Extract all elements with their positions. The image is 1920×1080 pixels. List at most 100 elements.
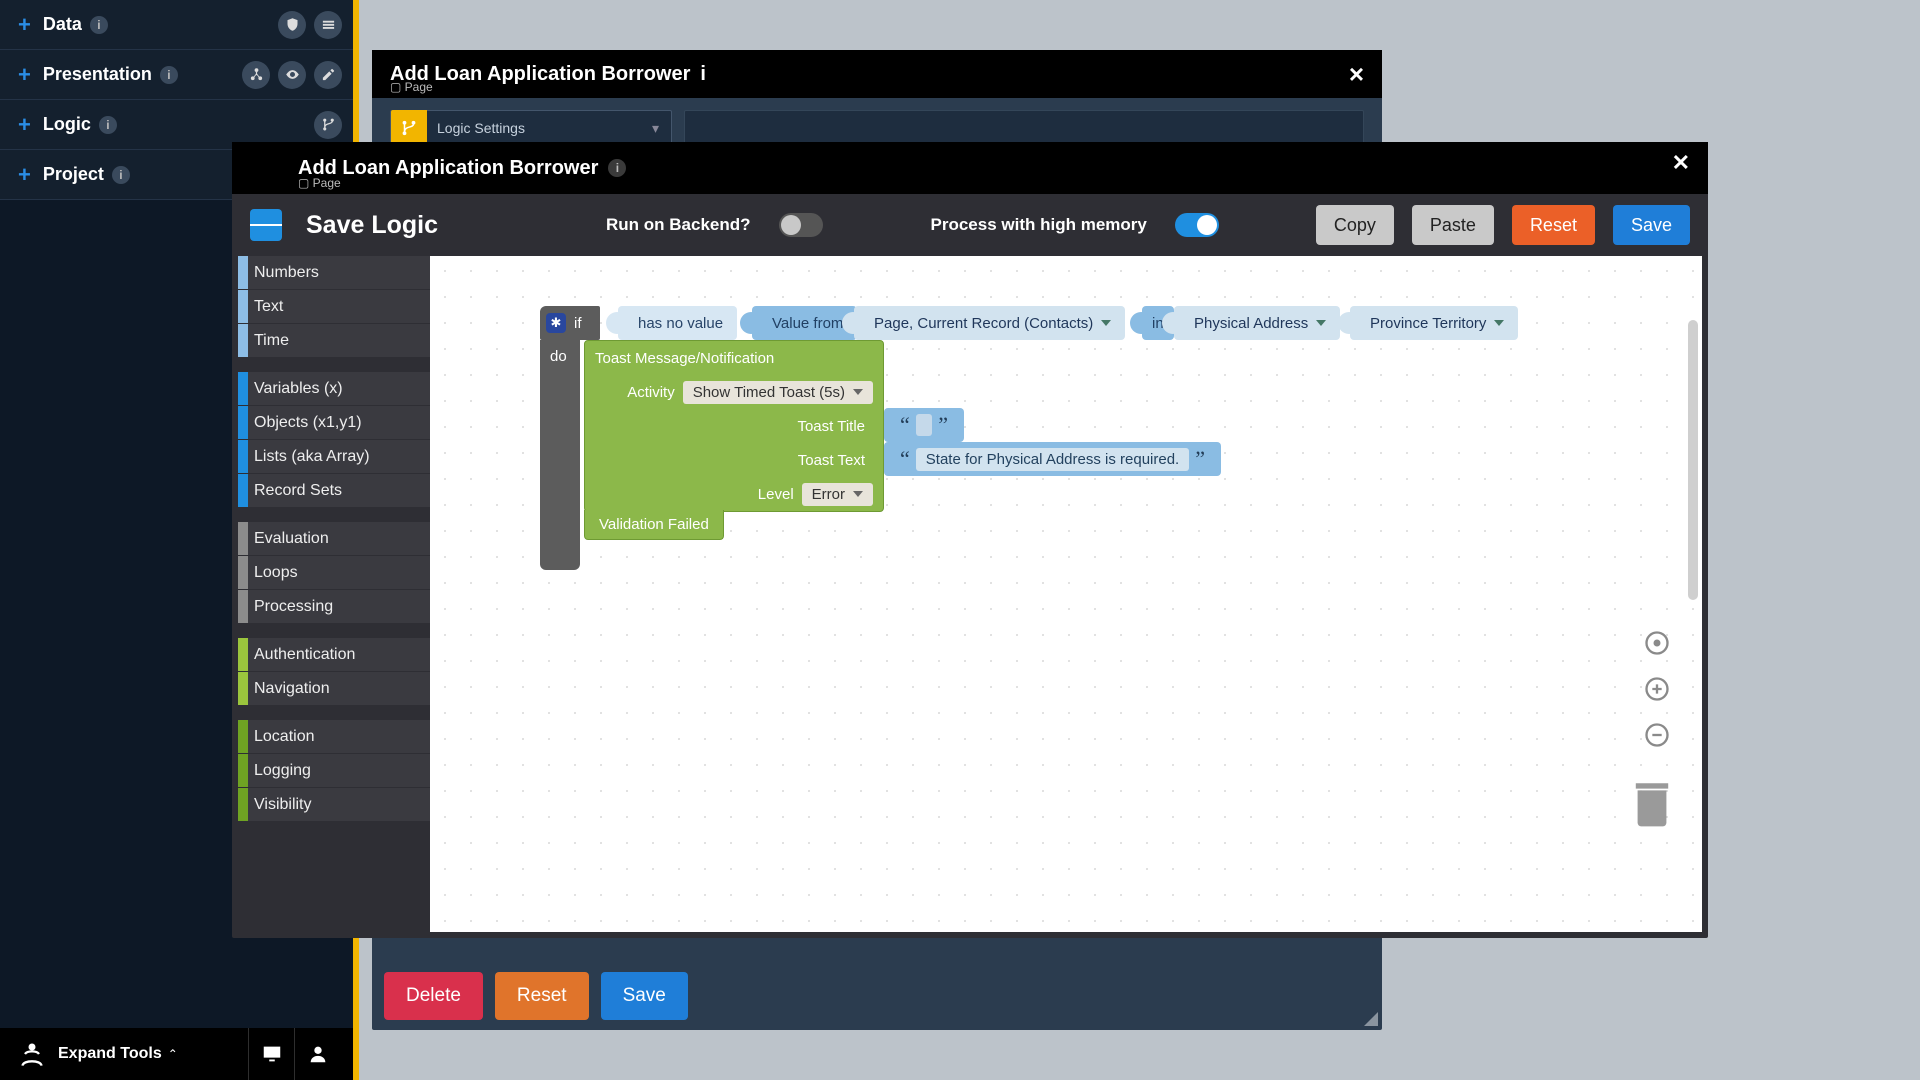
modal-subtitle: ▢ Page [298, 176, 341, 190]
cat-recordsets[interactable]: Record Sets [238, 474, 430, 508]
chevron-down-icon: ▾ [640, 120, 671, 137]
branch-icon[interactable] [314, 111, 342, 139]
plus-icon: + [18, 62, 31, 88]
memory-toggle[interactable] [1175, 213, 1219, 237]
info-icon: i [99, 116, 117, 134]
zoom-out-icon[interactable] [1640, 718, 1674, 752]
stack-icon[interactable] [314, 11, 342, 39]
cat-navigation[interactable]: Navigation [238, 672, 430, 706]
reset-button[interactable]: Reset [1512, 205, 1595, 245]
activity-select[interactable]: Show Timed Toast (5s) [683, 381, 873, 404]
toolbar-title: Save Logic [306, 211, 438, 240]
eye-icon[interactable] [278, 61, 306, 89]
toast-title-slot[interactable] [884, 408, 964, 442]
info-icon: i [160, 66, 178, 84]
info-icon: i [700, 63, 706, 86]
activity-row: Activity Show Timed Toast (5s) [585, 375, 883, 409]
hamburger-icon[interactable] [250, 209, 282, 241]
cat-text[interactable]: Text [238, 290, 430, 324]
if-label: if [574, 315, 582, 332]
info-icon: i [90, 16, 108, 34]
panel-placeholder [684, 110, 1364, 146]
do-bar [540, 340, 580, 570]
expand-tools-label[interactable]: Expand Tools [58, 1045, 162, 1063]
back-panel-footer: Delete Reset Save [384, 972, 688, 1020]
text-row: Toast Text [585, 443, 883, 477]
plus-icon: + [18, 162, 31, 188]
tree-icon[interactable] [242, 61, 270, 89]
brand-icon [16, 1038, 48, 1070]
toast-header-row: Toast Message/Notification [585, 341, 883, 375]
cat-authentication[interactable]: Authentication [238, 638, 430, 672]
plus-icon: + [18, 112, 31, 138]
toast-text-slot[interactable]: State for Physical Address is required. [884, 442, 1221, 476]
rail-data-label: Data [43, 14, 82, 35]
logic-blocks[interactable]: ✱ if has no value Value from Page, Curre… [540, 306, 1530, 340]
gear-icon[interactable]: ✱ [546, 313, 566, 333]
level-select[interactable]: Error [802, 483, 873, 506]
rail-presentation[interactable]: + Presentation i [0, 50, 356, 100]
cat-lists[interactable]: Lists (aka Array) [238, 440, 430, 474]
if-block-header[interactable]: ✱ if has no value Value from Page, Curre… [540, 306, 1530, 340]
logic-settings-select[interactable]: Logic Settings ▾ [390, 110, 672, 146]
scrollbar[interactable] [1688, 320, 1698, 600]
title-row: Toast Title [585, 409, 883, 443]
has-no-value-segment[interactable]: has no value [618, 306, 737, 340]
rail-logic-label: Logic [43, 114, 91, 135]
toast-block[interactable]: Toast Message/Notification Activity Show… [584, 340, 884, 512]
modal-toolbar: Save Logic Run on Backend? Process with … [232, 194, 1708, 256]
rail-bottom-bar: Expand Tools ⌃ [0, 1028, 356, 1080]
field2-segment[interactable]: Province Territory [1350, 306, 1518, 340]
cat-processing[interactable]: Processing [238, 590, 430, 624]
cat-variables[interactable]: Variables (x) [238, 372, 430, 406]
info-icon: i [112, 166, 130, 184]
cat-evaluation[interactable]: Evaluation [238, 522, 430, 556]
delete-button[interactable]: Delete [384, 972, 483, 1020]
memory-label: Process with high memory [931, 215, 1147, 235]
rail-project-label: Project [43, 164, 104, 185]
save-button[interactable]: Save [1613, 205, 1690, 245]
logic-canvas[interactable]: ✱ if has no value Value from Page, Curre… [430, 256, 1702, 932]
cat-objects[interactable]: Objects (x1,y1) [238, 406, 430, 440]
rail-data[interactable]: + Data i [0, 0, 356, 50]
info-icon: i [608, 159, 626, 177]
resize-handle[interactable] [1360, 1008, 1378, 1026]
chevron-up-icon: ⌃ [168, 1047, 178, 1061]
back-panel-subtitle: ▢ Page [390, 80, 433, 94]
zoom-in-icon[interactable] [1640, 672, 1674, 706]
modal-title: Add Loan Application Borrower [298, 157, 598, 180]
cat-loops[interactable]: Loops [238, 556, 430, 590]
center-icon[interactable] [1640, 626, 1674, 660]
backend-label: Run on Backend? [606, 215, 751, 235]
shield-icon[interactable] [278, 11, 306, 39]
trash-icon[interactable] [1630, 776, 1674, 835]
close-icon[interactable]: × [1349, 59, 1364, 90]
logic-editor-modal: Add Loan Application Borrower i ▢ Page ✕… [232, 142, 1708, 938]
monitor-icon[interactable] [248, 1028, 294, 1080]
rail-presentation-label: Presentation [43, 64, 152, 85]
level-row: Level Error [585, 477, 883, 511]
plus-icon: + [18, 12, 31, 38]
cat-time[interactable]: Time [238, 324, 430, 358]
category-column: Numbers Text Time Variables (x) Objects … [238, 256, 430, 932]
cat-location[interactable]: Location [238, 720, 430, 754]
user-icon[interactable] [294, 1028, 340, 1080]
close-icon[interactable]: ✕ [1672, 150, 1690, 176]
reset-button[interactable]: Reset [495, 972, 589, 1020]
pen-icon[interactable] [314, 61, 342, 89]
branch-icon [391, 110, 427, 146]
copy-button[interactable]: Copy [1316, 205, 1394, 245]
save-button[interactable]: Save [601, 972, 688, 1020]
cat-visibility[interactable]: Visibility [238, 788, 430, 822]
source-segment[interactable]: Page, Current Record (Contacts) [854, 306, 1125, 340]
validation-failed-block[interactable]: Validation Failed [584, 510, 724, 540]
field1-segment[interactable]: Physical Address [1174, 306, 1340, 340]
cat-logging[interactable]: Logging [238, 754, 430, 788]
back-panel-title: Add Loan Application Borrower [390, 63, 690, 86]
modal-title-bar: Add Loan Application Borrower i ▢ Page ✕ [232, 142, 1708, 194]
backend-toggle[interactable] [779, 213, 823, 237]
do-label: do [550, 348, 567, 365]
back-panel-header: Add Loan Application Borrower i × ▢ Page [372, 50, 1382, 98]
cat-numbers[interactable]: Numbers [238, 256, 430, 290]
paste-button[interactable]: Paste [1412, 205, 1494, 245]
